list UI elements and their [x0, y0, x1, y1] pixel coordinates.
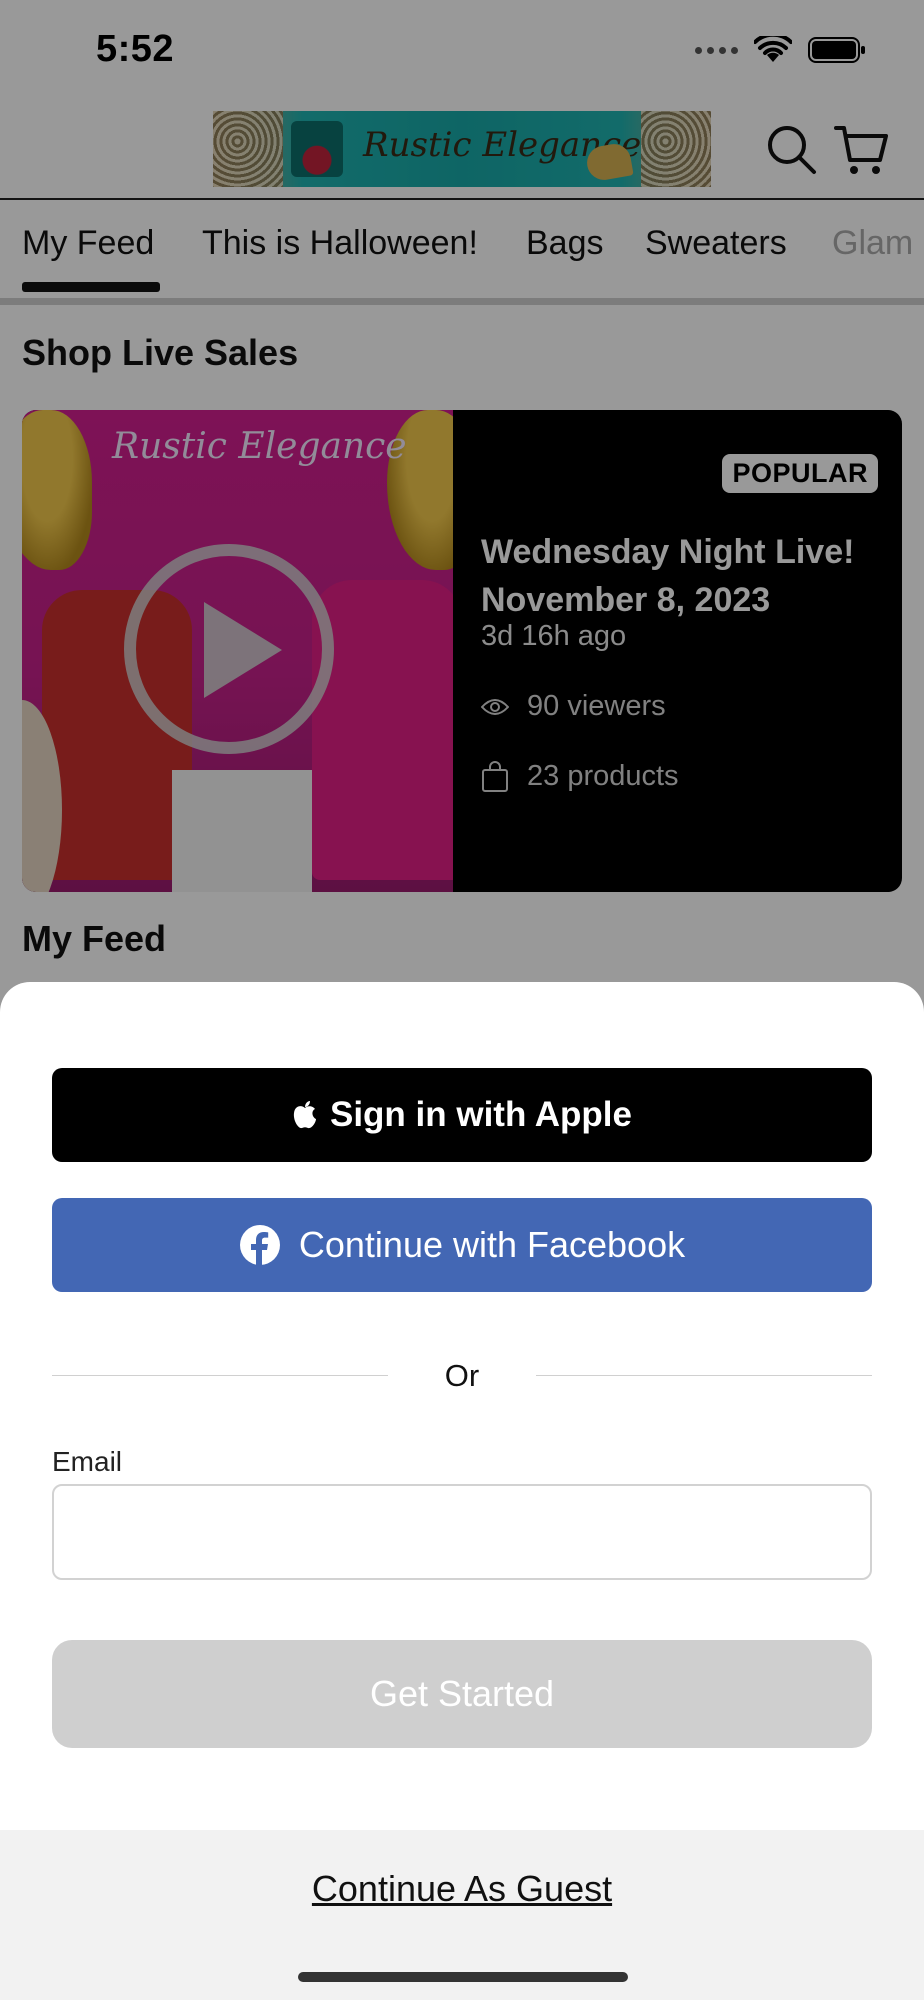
apple-button-label: Sign in with Apple: [329, 1095, 632, 1134]
continue-with-facebook-button[interactable]: Continue with Facebook: [52, 1198, 872, 1292]
apple-icon: [293, 1101, 316, 1129]
get-started-label: Get Started: [369, 1673, 555, 1714]
facebook-icon: [239, 1225, 280, 1265]
or-divider-text: Or: [444, 1358, 480, 1393]
facebook-button-label: Continue with Facebook: [298, 1224, 686, 1265]
continue-as-guest-link[interactable]: Continue As Guest: [0, 1868, 924, 1910]
guest-footer: Continue As Guest: [0, 1830, 924, 2000]
get-started-button[interactable]: Get Started: [52, 1640, 872, 1748]
email-field[interactable]: [52, 1484, 872, 1580]
email-label: Email: [52, 1446, 123, 1477]
sign-in-sheet: Sign in with Apple Continue with Faceboo…: [0, 982, 924, 2000]
home-indicator: [298, 1972, 628, 1982]
or-divider: Or: [52, 1356, 872, 1396]
sign-in-with-apple-button[interactable]: Sign in with Apple: [52, 1068, 872, 1162]
